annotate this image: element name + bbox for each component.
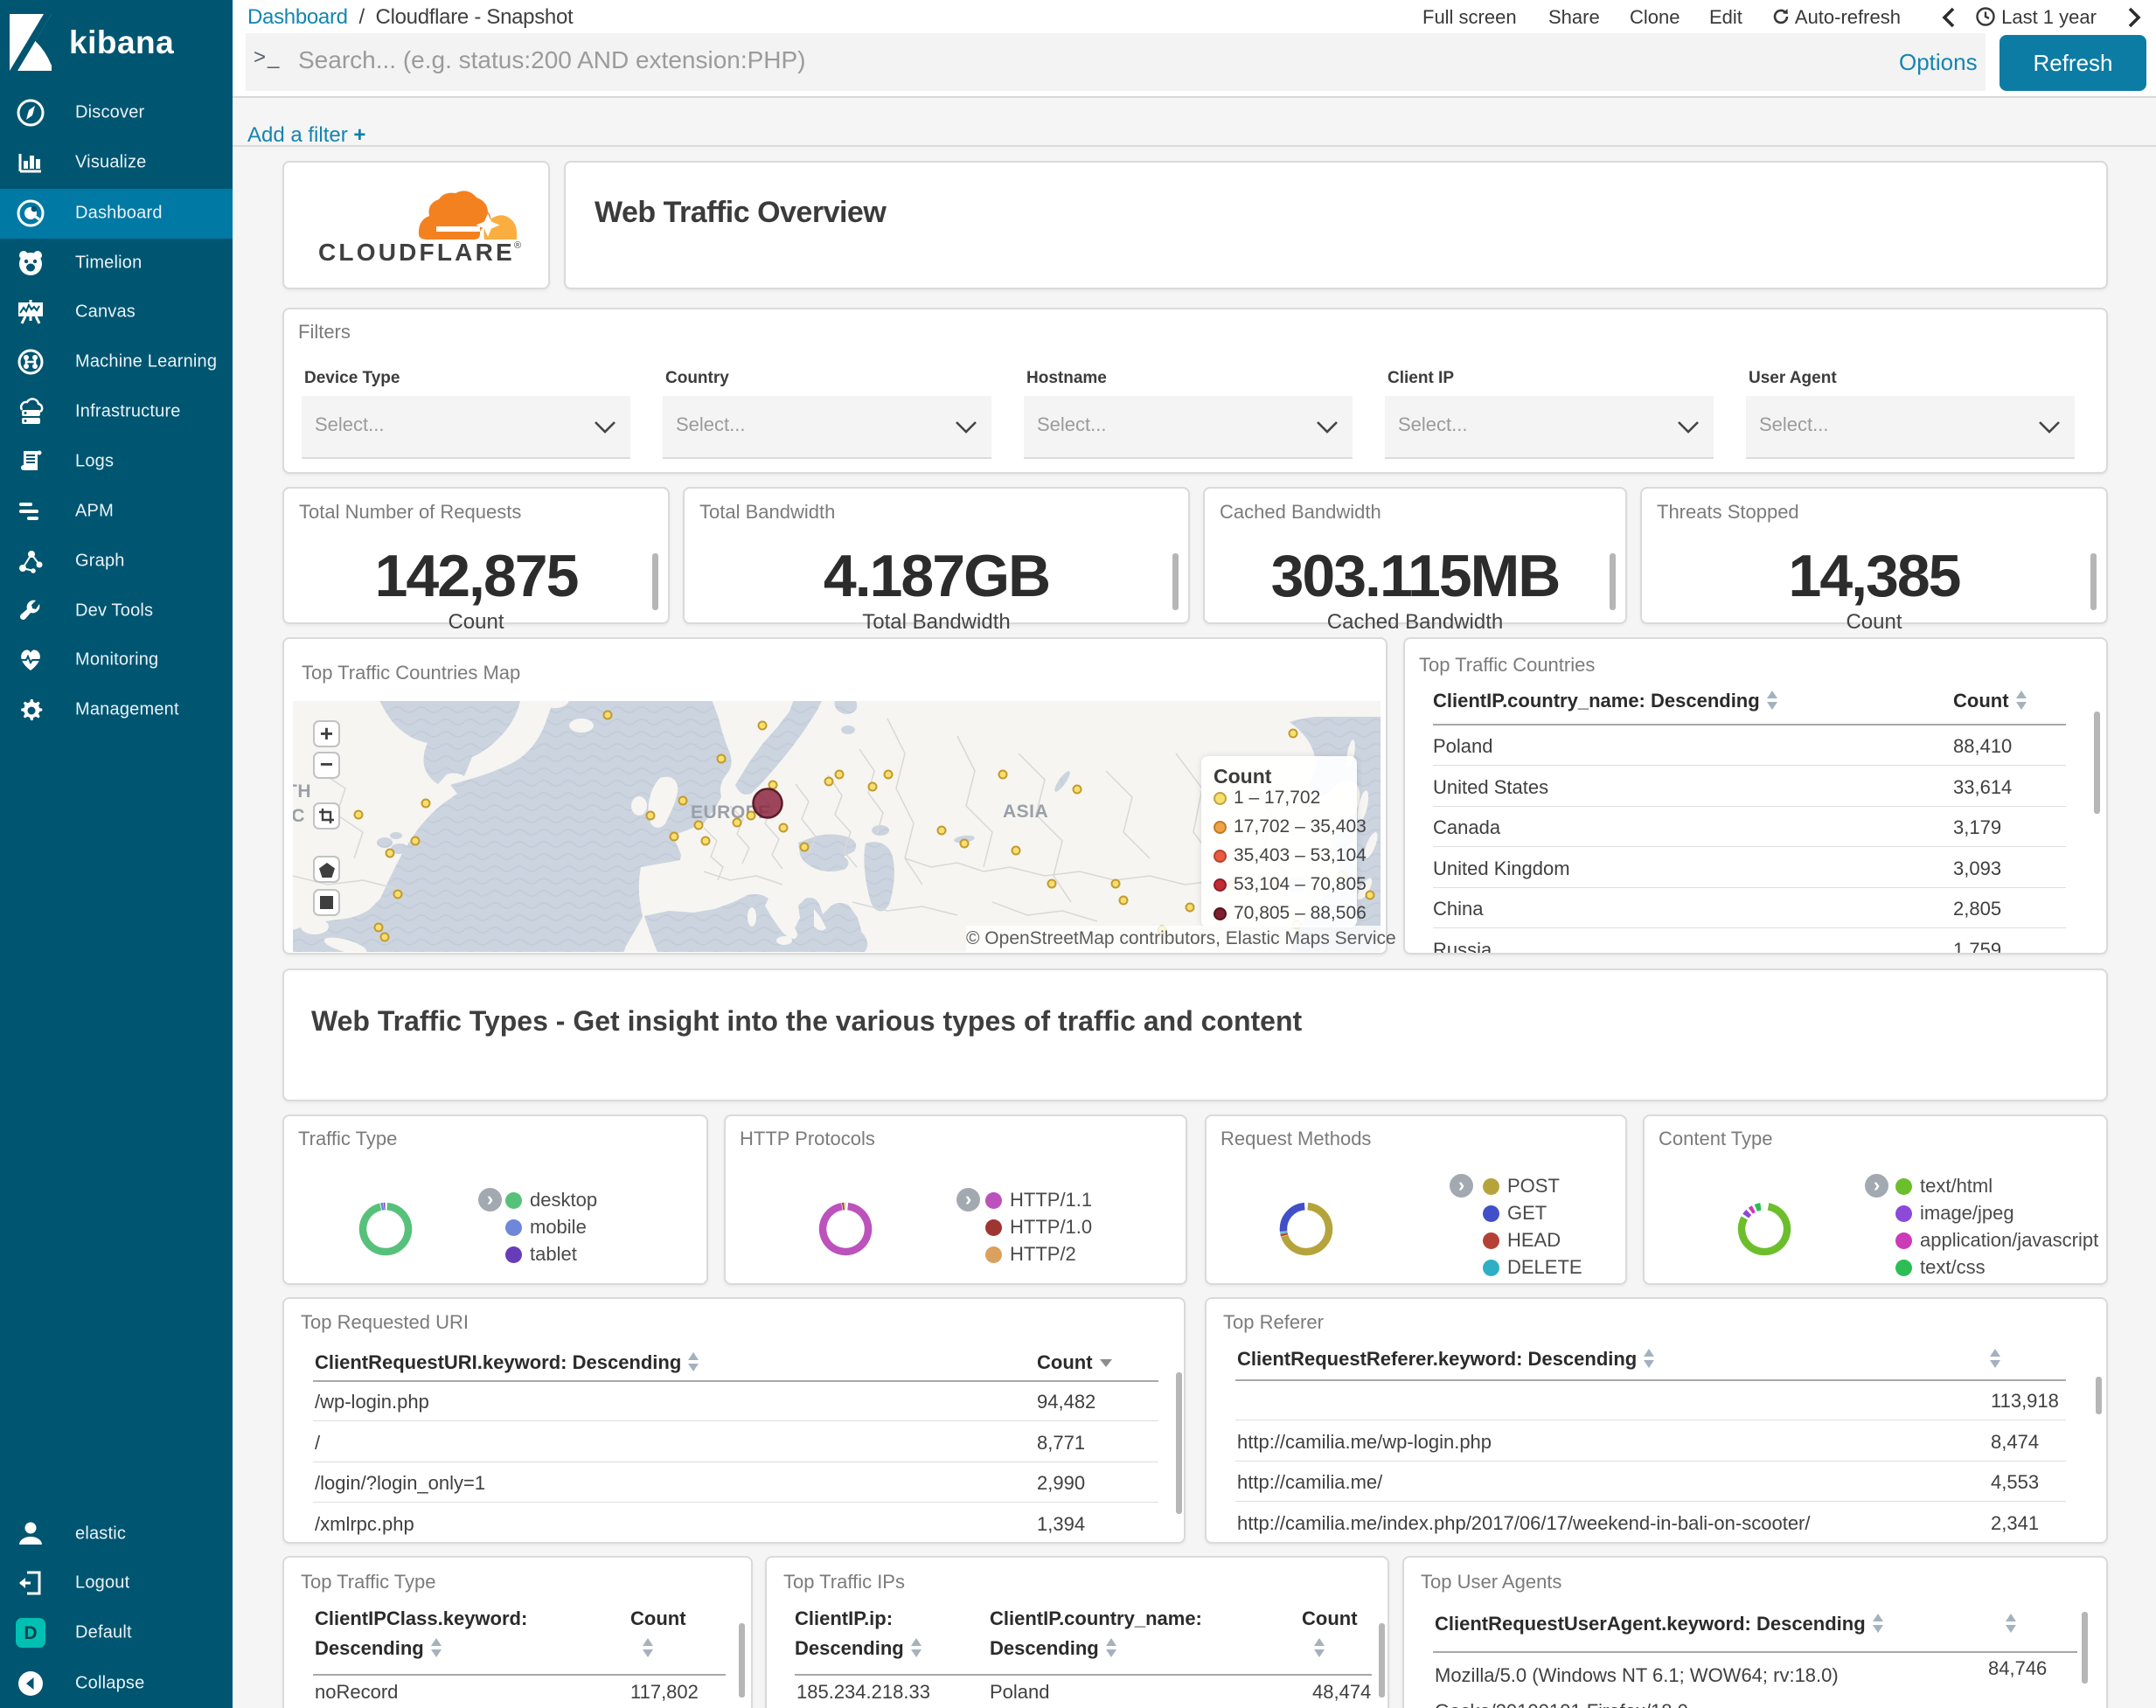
svg-text:IC: IC	[293, 806, 305, 826]
svg-text:D: D	[24, 1623, 37, 1643]
svg-text:CLOUDFLARE: CLOUDFLARE	[318, 239, 515, 266]
svg-text:ASIA: ASIA	[1003, 802, 1048, 822]
svg-text:®: ®	[514, 240, 521, 251]
svg-text:TH: TH	[293, 781, 311, 802]
